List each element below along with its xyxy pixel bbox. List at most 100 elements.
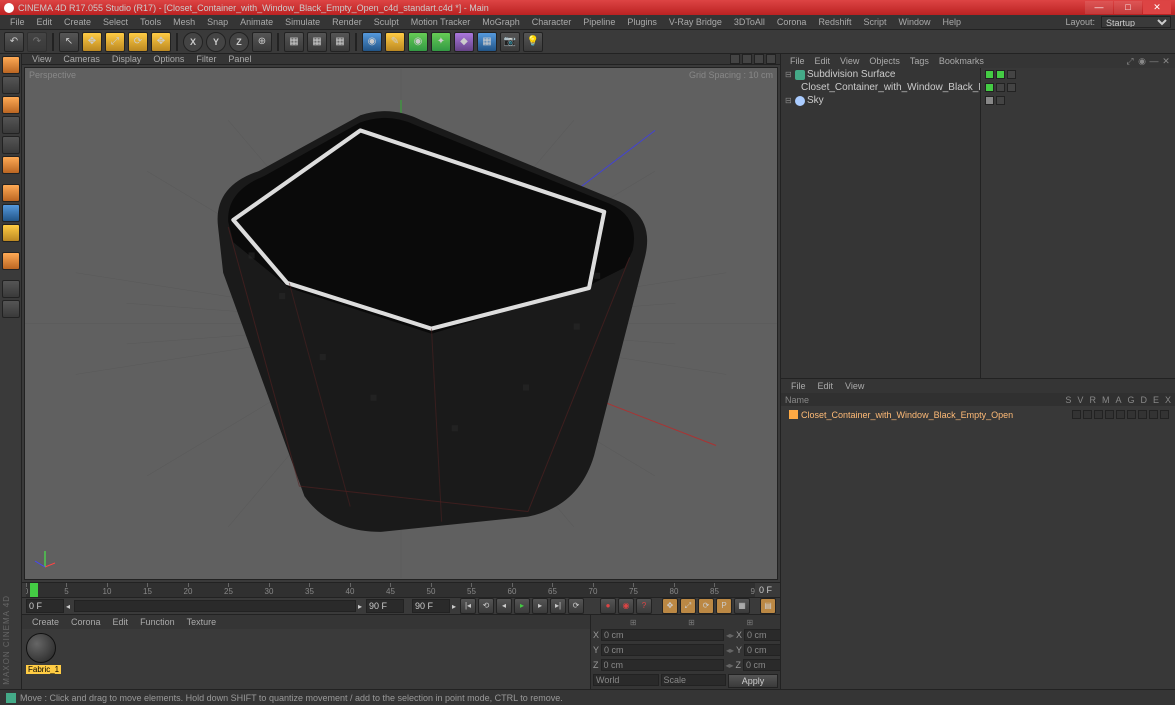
prev-frame[interactable]: ◂ [496,598,512,614]
pos-x-input[interactable] [601,629,724,641]
menu-edit[interactable]: Edit [31,17,59,27]
tree-item[interactable]: Closet_Container_with_Window_Black_Empty… [781,81,980,94]
x-axis-lock[interactable]: X [183,32,203,52]
objmenu-bookmarks[interactable]: Bookmarks [934,56,989,66]
material-item[interactable]: Fabric_1 [26,633,61,674]
y-axis-lock[interactable]: Y [206,32,226,52]
close-button[interactable]: ✕ [1143,1,1171,14]
apply-button[interactable]: Apply [728,674,778,688]
render-settings[interactable]: ▦ [330,32,350,52]
matmenu-edit[interactable]: Edit [107,617,135,627]
attr-tag[interactable] [1083,410,1092,419]
objmenu-file[interactable]: File [785,56,810,66]
menu-pipeline[interactable]: Pipeline [577,17,621,27]
vp-icon[interactable] [730,54,740,64]
timeline-ruler[interactable]: 051015202530354045505560657075808590 [26,583,755,597]
vpmenu-filter[interactable]: Filter [190,54,222,64]
undo-button[interactable]: ↶ [4,32,24,52]
array-tool[interactable]: ✦ [431,32,451,52]
environment[interactable]: ▦ [477,32,497,52]
keyframe-sel[interactable]: ? [636,598,652,614]
snap-toggle[interactable] [2,280,20,298]
coord-mode1[interactable] [593,674,659,686]
loop2[interactable]: ⟳ [568,598,584,614]
edge-mode[interactable] [2,184,20,202]
key-scale[interactable]: ⤢ [680,598,696,614]
key-pla[interactable]: ▦ [734,598,750,614]
polygon-mode[interactable] [2,204,20,222]
menu-help[interactable]: Help [937,17,968,27]
goto-end[interactable]: ▸| [550,598,566,614]
render-region[interactable]: ▦ [307,32,327,52]
tag[interactable] [996,83,1005,92]
objmenu-objects[interactable]: Objects [864,56,905,66]
last-tool[interactable]: ✥ [151,32,171,52]
menu-animate[interactable]: Animate [234,17,279,27]
attr-tag[interactable] [1160,410,1169,419]
camera[interactable]: 📷 [500,32,520,52]
redo-button[interactable]: ↷ [27,32,47,52]
matmenu-corona[interactable]: Corona [65,617,107,627]
attr-tag[interactable] [1072,410,1081,419]
menu-simulate[interactable]: Simulate [279,17,326,27]
menu-motion-tracker[interactable]: Motion Tracker [405,17,477,27]
attrmenu-edit[interactable]: Edit [812,381,840,391]
tag[interactable] [1007,83,1016,92]
menu-v-ray-bridge[interactable]: V-Ray Bridge [663,17,728,27]
current-frame-input[interactable] [412,599,450,613]
key-rot[interactable]: ⟳ [698,598,714,614]
axis-mode[interactable] [2,136,20,154]
coord-system[interactable]: ⊕ [252,32,272,52]
panel-icon[interactable]: ◉ [1137,56,1147,66]
menu-mograph[interactable]: MoGraph [476,17,526,27]
panel-icon[interactable]: ⤢ [1125,56,1135,66]
deformer[interactable]: ◆ [454,32,474,52]
attr-item[interactable]: Closet_Container_with_Window_Black_Empty… [783,408,1173,421]
menu-mesh[interactable]: Mesh [167,17,201,27]
range-end-input[interactable] [366,599,404,613]
vpmenu-panel[interactable]: Panel [222,54,257,64]
menu-create[interactable]: Create [58,17,97,27]
cube-primitive[interactable]: ◉ [362,32,382,52]
objmenu-tags[interactable]: Tags [905,56,934,66]
axis-widget[interactable] [33,547,57,571]
visibility-tag[interactable] [985,70,994,79]
tree-item[interactable]: ⊟Subdivision Surface [781,68,980,81]
menu-sculpt[interactable]: Sculpt [368,17,405,27]
material-list[interactable]: Fabric_1 [22,629,590,690]
vpmenu-view[interactable]: View [26,54,57,64]
pos-y-input[interactable] [601,644,724,656]
next-frame[interactable]: ▸ [532,598,548,614]
texture-mode[interactable] [2,76,20,94]
object-tags[interactable] [980,68,1175,378]
goto-start[interactable]: |◂ [460,598,476,614]
panel-icon[interactable]: — [1149,56,1159,66]
uv-mode[interactable] [2,224,20,242]
objmenu-view[interactable]: View [835,56,864,66]
range-start-input[interactable] [26,599,64,613]
attr-tag[interactable] [1105,410,1114,419]
attr-body[interactable]: Closet_Container_with_Window_Black_Empty… [781,406,1175,689]
play[interactable]: ▸ [514,598,530,614]
rotate-tool[interactable]: ⟳ [128,32,148,52]
maximize-button[interactable]: □ [1114,1,1142,14]
vpmenu-cameras[interactable]: Cameras [57,54,106,64]
menu-tools[interactable]: Tools [134,17,167,27]
menu-select[interactable]: Select [97,17,134,27]
material-preview[interactable] [26,633,56,663]
vp-icon[interactable] [742,54,752,64]
tweak-mode[interactable] [2,252,20,270]
object-tree[interactable]: ⊟Subdivision SurfaceCloset_Container_wit… [781,68,980,378]
loop[interactable]: ⟲ [478,598,494,614]
scale-tool[interactable]: ⤢ [105,32,125,52]
panel-icon[interactable]: ✕ [1161,56,1171,66]
move-tool[interactable]: ✥ [82,32,102,52]
vp-icon[interactable] [766,54,776,64]
menu-file[interactable]: File [4,17,31,27]
visibility-tag[interactable] [985,96,994,105]
expand-icon[interactable]: ⊟ [785,96,793,105]
vp-icon[interactable] [754,54,764,64]
menu-character[interactable]: Character [526,17,578,27]
attr-tag[interactable] [1138,410,1147,419]
menu-plugins[interactable]: Plugins [621,17,663,27]
